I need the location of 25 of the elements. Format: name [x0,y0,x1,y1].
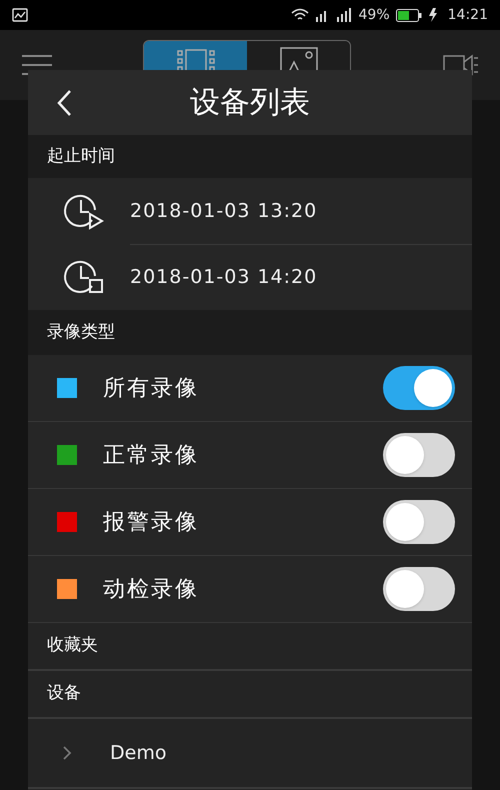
section-header: 起止时间 [28,135,472,178]
section-header: 录像类型 [28,310,472,355]
back-icon[interactable] [56,88,72,116]
dialog-title: 设备列表 [190,84,310,122]
toggle-switch[interactable] [383,500,455,544]
signal-icon [334,8,353,22]
device-name[interactable]: Demo [110,738,166,768]
battery-percent: 49% [358,6,390,24]
clock-time: 14:21 [448,6,488,24]
battery-icon [396,8,422,22]
record-type-label: 正常录像 [103,442,200,470]
wifi-icon [290,8,309,22]
picture-icon [12,8,28,22]
signal-icon [314,8,329,22]
record-type-label: 报警录像 [103,508,200,536]
favorites-header[interactable]: 收藏夹 [28,623,472,671]
chevron-right-icon[interactable] [62,745,72,761]
section-header: 设备 [28,671,472,719]
toggle-switch[interactable] [383,366,455,410]
date-time-value[interactable]: 2018-01-03 13:20 [130,196,318,226]
record-type-label: 所有录像 [103,374,200,402]
date-time-value[interactable]: 2018-01-03 14:20 [130,263,318,292]
toggle-switch[interactable] [383,433,455,477]
toggle-switch[interactable] [383,567,455,611]
record-type-label: 动检录像 [103,576,200,604]
